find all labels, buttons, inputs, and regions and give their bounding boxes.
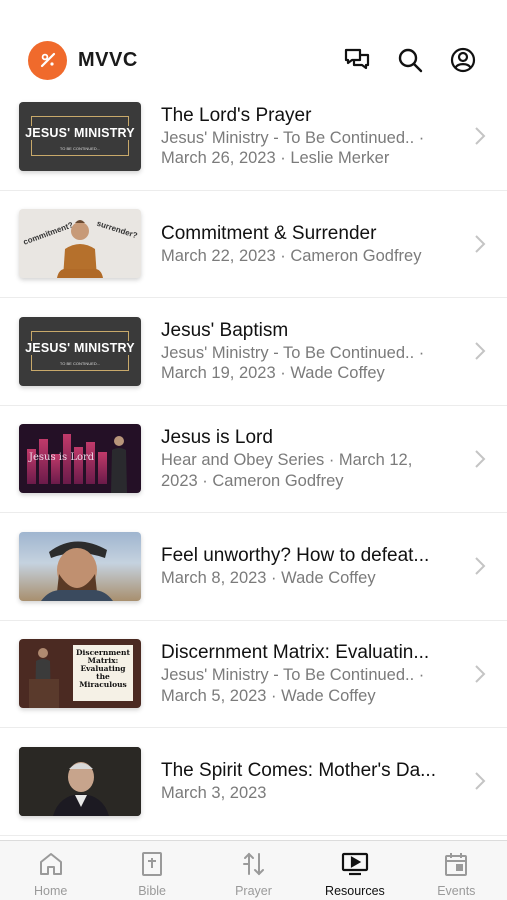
tab-prayer[interactable]: Prayer [203,841,304,900]
app-title: MVVC [78,48,138,71]
thumbnail-subtitle: TO BE CONTINUED... [59,360,101,366]
sermon-thumbnail: commitment? surrender? [19,209,141,279]
item-title: Discernment Matrix: Evaluatin... [161,642,430,664]
bible-icon [138,850,166,878]
top-bar: MVVC [0,0,507,92]
item-subtitle: March 26, 2023 · Leslie Merker [161,149,390,168]
item-title: Commitment & Surrender [161,222,377,244]
list-item[interactable]: JESUS' MINISTRY TO BE CONTINUED... The L… [0,83,507,191]
sermon-thumbnail [19,746,141,816]
sermon-thumbnail [19,531,141,601]
item-subtitle: 2023 · Cameron Godfrey [161,471,344,490]
chevron-right-icon [475,342,486,360]
tab-label: Home [34,884,68,898]
item-subtitle: Jesus' Ministry - To Be Continued.. · [161,343,425,362]
item-title: The Spirit Comes: Mother's Da... [161,760,436,781]
tab-label: Resources [325,884,385,898]
media-list: JESUS' MINISTRY TO BE CONTINUED... The L… [0,83,507,836]
bottom-tab-bar: Home Bible Prayer Resources Events [0,840,507,900]
home-icon [37,850,65,878]
tab-resources[interactable]: Resources [304,841,405,900]
resources-icon [341,850,369,878]
chevron-right-icon [475,450,486,468]
item-subtitle: March 22, 2023 · Cameron Godfrey [161,246,422,265]
tab-bible[interactable]: Bible [101,841,202,900]
sermon-thumbnail: JESUS' MINISTRY TO BE CONTINUED... [19,101,141,171]
tab-label: Prayer [235,884,272,898]
item-title: Jesus' Baptism [161,319,289,341]
prayer-icon [240,850,268,878]
list-item[interactable]: Discernment Matrix: Evaluating the Mirac… [0,621,507,728]
events-icon [442,850,470,878]
sermon-thumbnail: JESUS' MINISTRY TO BE CONTINUED... [19,316,141,386]
item-subtitle: March 19, 2023 · Wade Coffey [161,364,385,383]
item-subtitle: March 5, 2023 · Wade Coffey [161,686,376,705]
list-item[interactable]: JESUS' MINISTRY TO BE CONTINUED... Jesus… [0,298,507,406]
item-subtitle: March 3, 2023 [161,784,267,802]
chevron-right-icon [475,772,486,790]
item-title: Jesus is Lord [161,427,273,449]
chevron-right-icon [475,127,486,145]
sermon-thumbnail: Jesus is Lord [19,424,141,494]
item-subtitle: Jesus' Ministry - To Be Continued.. · [161,666,425,685]
profile-icon[interactable] [449,46,477,74]
chevron-right-icon [475,235,486,253]
tab-events[interactable]: Events [406,841,507,900]
list-item[interactable]: commitment? surrender? Commitment & Surr… [0,191,507,298]
item-subtitle: Hear and Obey Series · March 12, [161,451,413,470]
thumbnail-title: Discernment Matrix: Evaluating the Mirac… [73,645,133,702]
item-subtitle: Jesus' Ministry - To Be Continued.. · [161,128,425,147]
list-item[interactable]: Feel unworthy? How to defeat... March 8,… [0,513,507,621]
sermon-thumbnail: Discernment Matrix: Evaluating the Mirac… [19,639,141,709]
church-logo-icon[interactable] [28,40,67,80]
thumbnail-title: JESUS' MINISTRY [19,125,141,140]
tab-label: Events [437,884,476,898]
app-screen: MVVC JESUS' MINISTRY TO BE CONTINUED... … [0,0,507,900]
list-item[interactable]: The Spirit Comes: Mother's Da... March 3… [0,728,507,836]
chevron-right-icon [475,557,486,575]
thumbnail-title: JESUS' MINISTRY [19,340,141,355]
tab-home[interactable]: Home [0,841,101,900]
item-title: Feel unworthy? How to defeat... [161,545,430,566]
tab-label: Bible [138,884,166,898]
item-subtitle: March 8, 2023 · Wade Coffey [161,569,376,587]
chevron-right-icon [475,665,486,683]
item-title: The Lord's Prayer [161,104,312,126]
thumbnail-subtitle: TO BE CONTINUED... [59,145,101,151]
chat-icon[interactable] [343,46,371,74]
list-item[interactable]: Jesus is Lord Jesus is Lord Hear and Obe… [0,406,507,513]
search-icon[interactable] [396,46,424,74]
